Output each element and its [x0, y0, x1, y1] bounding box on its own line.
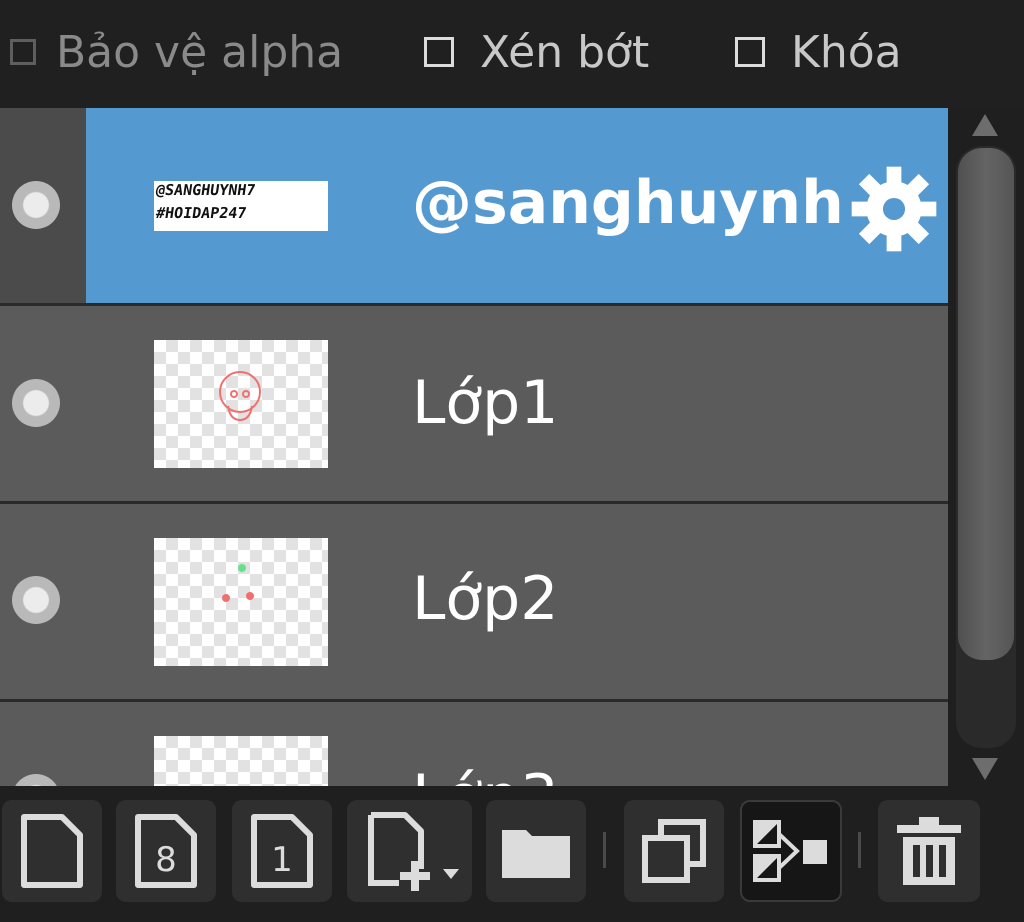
- new-1bit-layer-icon: 1: [251, 814, 313, 888]
- lock-option[interactable]: Khóa: [735, 20, 902, 84]
- duplicate-layer-button[interactable]: [624, 800, 724, 902]
- layer-visibility-cell: [0, 108, 86, 303]
- toolbar-separator: [603, 832, 606, 868]
- scroll-thumb[interactable]: [958, 148, 1014, 660]
- visibility-toggle[interactable]: [12, 774, 60, 786]
- visibility-toggle[interactable]: [12, 576, 60, 624]
- bit-depth-label: 1: [271, 840, 293, 880]
- layer-name[interactable]: Lớp2: [412, 564, 558, 634]
- merge-layer-icon: [753, 820, 827, 882]
- new-1bit-layer-button[interactable]: 1: [232, 800, 332, 902]
- layer-toolbar: 8 1: [0, 786, 1024, 922]
- layer-visibility-cell: [0, 306, 86, 501]
- merge-layer-button[interactable]: [740, 800, 842, 902]
- protect-alpha-option: Bảo vệ alpha: [10, 20, 343, 84]
- visibility-toggle[interactable]: [12, 379, 60, 427]
- layer-options-bar: Bảo vệ alpha Xén bớt Khóa: [0, 0, 1024, 108]
- layer-row[interactable]: Lớp1: [0, 306, 948, 501]
- layer-visibility-cell: [0, 702, 86, 786]
- delete-layer-button[interactable]: [878, 800, 980, 902]
- layer-thumbnail: [154, 736, 328, 786]
- layer-thumbnail: [154, 340, 328, 468]
- lock-checkbox[interactable]: [735, 37, 765, 67]
- add-layer-dropdown-icon: [367, 812, 459, 891]
- lock-label[interactable]: Khóa: [791, 27, 902, 78]
- layer-visibility-cell: [0, 504, 86, 699]
- bit-depth-label: 8: [155, 840, 177, 880]
- new-folder-button[interactable]: [486, 800, 586, 902]
- layer-thumbnail: @SANGHUYNH7 #HOIDAP247: [154, 181, 328, 231]
- layer-row[interactable]: Lớp2: [0, 504, 948, 699]
- trash-icon: [897, 817, 961, 885]
- new-8bit-layer-icon: 8: [135, 814, 197, 888]
- thumbnail-text-line: #HOIDAP247: [154, 204, 248, 222]
- dots-sketch-icon: [222, 564, 254, 602]
- clipping-label[interactable]: Xén bớt: [480, 27, 649, 78]
- layer-list-scrollbar[interactable]: [948, 108, 1024, 786]
- layer-name[interactable]: Lớp3: [412, 762, 558, 786]
- layer-name[interactable]: Lớp1: [412, 368, 558, 438]
- layer-name[interactable]: @sanghuynh: [412, 168, 844, 238]
- new-layer-icon: [21, 814, 83, 888]
- visibility-toggle[interactable]: [12, 181, 60, 229]
- clipping-option[interactable]: Xén bớt: [424, 20, 649, 84]
- toolbar-separator: [858, 832, 861, 868]
- add-layer-dropdown-button[interactable]: [347, 800, 472, 902]
- layer-row[interactable]: Lớp3: [0, 702, 948, 786]
- gear-icon[interactable]: [848, 163, 940, 255]
- scroll-down-arrow-icon[interactable]: [972, 758, 998, 780]
- folder-icon: [502, 830, 570, 878]
- protect-alpha-checkbox: [10, 39, 36, 65]
- protect-alpha-label: Bảo vệ alpha: [56, 26, 344, 78]
- skull-sketch-icon: [219, 371, 261, 422]
- thumbnail-text-line: @SANGHUYNH7: [154, 181, 257, 199]
- layer-thumbnail: [154, 538, 328, 666]
- layer-list: @SANGHUYNH7 #HOIDAP247 @sanghuynh Lớp1 L…: [0, 108, 948, 786]
- new-8bit-layer-button[interactable]: 8: [116, 800, 216, 902]
- layer-row[interactable]: @SANGHUYNH7 #HOIDAP247 @sanghuynh: [0, 108, 948, 303]
- scroll-up-arrow-icon[interactable]: [972, 114, 998, 136]
- clipping-checkbox[interactable]: [424, 37, 454, 67]
- new-layer-button[interactable]: [2, 800, 102, 902]
- duplicate-layer-icon: [642, 819, 706, 883]
